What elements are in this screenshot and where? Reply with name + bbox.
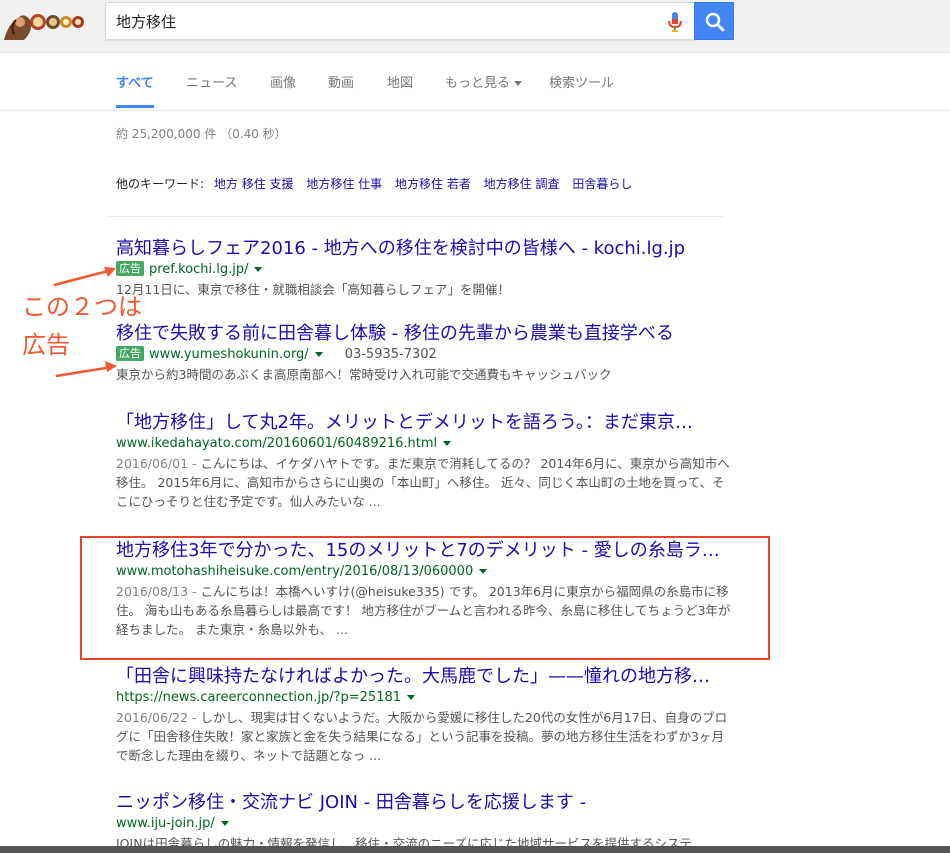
ad-result: 移住で失敗する前に田舎暮し体験 - 移住の先輩から農業も直接学べる 広告 www.…: [116, 323, 736, 384]
result-url-row: www.iju-join.jp/: [116, 814, 736, 834]
result-snippet-text: しかし、現実は甘くないようだ。大阪から愛媛に移住した20代の女性が6月17日、自…: [116, 710, 728, 763]
tab-images[interactable]: 画像: [270, 72, 296, 108]
result-title-link[interactable]: 高知暮らしフェア2016 - 地方への移住を検討中の皆様へ - kochi.lg…: [116, 238, 736, 260]
annotation-arrow-icon: [53, 267, 116, 287]
result-snippet: 12月11日に、東京で移住・就職相談会「高知暮らしフェア」を開催！: [116, 282, 510, 297]
result-snippet: 東京から約3時間のあぶくま高原南部へ！常時受け入れ可能で交通費もキャッシュバック: [116, 367, 612, 382]
related-keyword-link[interactable]: 地方移住 仕事: [306, 177, 382, 191]
result-url: www.yumeshokunin.org/: [149, 347, 309, 362]
result-title-link[interactable]: ニッポン移住・交流ナビ JOIN - 田舎暮らしを応援します -: [116, 792, 736, 814]
result-title-link[interactable]: 移住で失敗する前に田舎暮し体験 - 移住の先輩から農業も直接学べる: [116, 323, 736, 345]
search-box[interactable]: [105, 2, 695, 40]
result-date: 2016/06/22 -: [116, 710, 201, 725]
highlight-box: [80, 536, 770, 660]
result-title-link[interactable]: 「田舎に興味持たなければよかった。大馬鹿でした」——憧れの地方移…: [116, 666, 736, 688]
related-keyword-link[interactable]: 地方 移住 支援: [214, 177, 294, 191]
search-icon: [705, 12, 725, 32]
annotation-line: この２つは: [22, 293, 142, 321]
dropdown-arrow-icon[interactable]: [220, 821, 229, 826]
related-label: 他のキーワード:: [116, 177, 205, 191]
result-url: https://news.careerconnection.jp/?p=2518…: [116, 690, 402, 705]
result-url-row: www.ikedahayato.com/20160601/60489216.ht…: [116, 434, 736, 454]
related-keyword-link[interactable]: 田舎暮らし: [572, 177, 632, 191]
top-bar: [0, 0, 950, 53]
google-doodle-logo[interactable]: [2, 4, 88, 44]
result-snippet: 2016/06/01 - こんにちは、イケダハヤトです。まだ東京で消耗してるの？…: [116, 454, 736, 511]
tab-videos[interactable]: 動画: [328, 72, 354, 108]
related-keywords: 他のキーワード: 地方 移住 支援 地方移住 仕事 地方移住 若者 地方移住 調…: [116, 175, 632, 192]
dropdown-arrow-icon[interactable]: [314, 352, 323, 357]
search-tabs: すべて ニュース 画像 動画 地図 もっと見る 検索ツール: [0, 60, 950, 111]
chevron-down-icon: [514, 81, 523, 86]
result-url: www.ikedahayato.com/20160601/60489216.ht…: [116, 436, 438, 451]
ad-phone-number[interactable]: 03-5935-7302: [345, 347, 437, 362]
result-title-link[interactable]: 「地方移住」して丸2年。メリットとデメリットを語ろう。：まだ東京…: [116, 412, 736, 434]
related-keyword-link[interactable]: 地方移住 若者: [395, 177, 471, 191]
status-bar: [0, 846, 950, 853]
dropdown-arrow-icon[interactable]: [407, 695, 416, 700]
annotation-note: この２つは 広告: [22, 288, 142, 364]
organic-result: 「地方移住」して丸2年。メリットとデメリットを語ろう。：まだ東京… www.ik…: [116, 412, 736, 511]
organic-result: ニッポン移住・交流ナビ JOIN - 田舎暮らしを応援します - www.iju…: [116, 792, 736, 853]
result-url-row: 広告 www.yumeshokunin.org/03-5935-7302: [116, 345, 736, 365]
organic-result: 「田舎に興味持たなければよかった。大馬鹿でした」——憧れの地方移… https:…: [116, 666, 736, 765]
search-button[interactable]: [694, 2, 734, 40]
tab-maps[interactable]: 地図: [387, 72, 413, 108]
related-keyword-link[interactable]: 地方移住 調査: [484, 177, 560, 191]
ad-result: 高知暮らしフェア2016 - 地方への移住を検討中の皆様へ - kochi.lg…: [116, 238, 736, 299]
dropdown-arrow-icon[interactable]: [443, 441, 452, 446]
result-stats: 約 25,200,000 件 （0.40 秒）: [116, 127, 287, 141]
divider: [106, 216, 723, 217]
result-url: pref.kochi.lg.jp/: [149, 262, 249, 277]
tab-more-label: もっと見る: [445, 76, 511, 91]
tab-all[interactable]: すべて: [116, 72, 154, 108]
annotation-arrow-icon: [55, 361, 117, 378]
tab-search-tools[interactable]: 検索ツール: [549, 72, 614, 108]
result-date: 2016/06/01 -: [116, 456, 201, 471]
search-input[interactable]: [116, 3, 656, 39]
result-url-row: https://news.careerconnection.jp/?p=2518…: [116, 688, 736, 708]
result-snippet: 2016/06/22 - しかし、現実は甘くないようだ。大阪から愛媛に移住した2…: [116, 708, 736, 765]
dropdown-arrow-icon[interactable]: [254, 267, 263, 272]
result-url: www.iju-join.jp/: [116, 816, 215, 831]
tab-more[interactable]: もっと見る: [445, 72, 523, 108]
result-snippet-text: こんにちは、イケダハヤトです。まだ東京で消耗してるの？ 2014年6月に、東京か…: [116, 456, 730, 509]
tab-news[interactable]: ニュース: [186, 72, 237, 108]
result-url-row: 広告 pref.kochi.lg.jp/: [116, 260, 736, 280]
ad-badge: 広告: [116, 261, 144, 276]
microphone-icon[interactable]: [667, 11, 683, 33]
